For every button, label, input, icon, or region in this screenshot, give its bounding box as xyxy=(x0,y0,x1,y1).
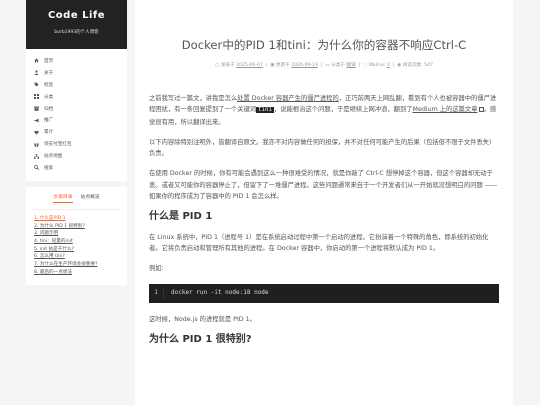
toc-item[interactable]: 3. 问题示例 xyxy=(32,230,121,238)
tab-toc[interactable]: 文章目录 xyxy=(53,193,73,203)
folder-icon: ▭ xyxy=(325,63,330,68)
toc-item[interactable]: 5. init 执是干什么? xyxy=(32,246,121,254)
menu-item-redpacket[interactable]: 领支付宝红包 xyxy=(26,138,127,150)
section-heading: 什么是 PID 1 xyxy=(149,211,213,223)
menu-item-stats[interactable]: 累计 xyxy=(26,126,127,138)
menu-item-label: 分类 xyxy=(44,94,54,100)
divider xyxy=(32,208,121,210)
menu-item-search[interactable]: 搜索 xyxy=(26,162,127,174)
toc-item[interactable]: 4. tini：轻量的init xyxy=(32,238,121,246)
views-label: 阅读次数: xyxy=(402,63,423,68)
gift-icon xyxy=(34,143,39,147)
menu-item-label: 归档 xyxy=(44,106,54,112)
updated-date: 2026-09-19 xyxy=(291,63,319,68)
menu-item-home[interactable]: 首页 xyxy=(26,55,127,67)
toc-item[interactable]: 6. 怎么用 tini? xyxy=(32,253,121,261)
paragraph: 例如: xyxy=(149,265,164,273)
paragraph: 在使用 Docker 的时候，你有可能会遇到这么一种很难受的情况，就是你敲了 C… xyxy=(149,170,498,201)
site-brand[interactable]: Code Life borb1993的个人博客 xyxy=(26,0,127,49)
toc-item[interactable]: 2. 为什么 PID 1 很特别? xyxy=(32,223,121,231)
post-container: Docker中的PID 1和tini：为什么你的容器不响应Ctrl-C ▢ 发表… xyxy=(135,0,513,405)
menu-item-label: 关于 xyxy=(44,70,54,76)
menu-item-label: 领支付宝红包 xyxy=(44,142,72,148)
toc-tabs: 文章目录 站点概览 xyxy=(32,193,121,203)
link-medium-article[interactable]: Medium 上的这篇文章 xyxy=(413,106,478,113)
code-line: docker run -it node:18 node xyxy=(171,289,269,297)
post-meta: ▢ 发表于 2025-06-07 | ▣ 更新于 2026-09-19 | ▭ … xyxy=(215,63,433,68)
bullhorn-icon xyxy=(34,118,39,123)
site-title[interactable]: Code Life xyxy=(26,10,127,21)
user-icon xyxy=(34,70,39,76)
category-label: 分类于 xyxy=(331,63,346,68)
category-link[interactable]: 翻译 xyxy=(346,63,355,68)
paragraph: 在 Linux 系统中，PID 1（进程号 1）是在系统启动过程中第一个启动的进… xyxy=(149,233,489,252)
menu-item-promote[interactable]: 推广 xyxy=(26,114,127,126)
menu-item-label: 站点地图 xyxy=(44,154,63,160)
th-icon xyxy=(34,94,39,100)
menu-item-label: 推广 xyxy=(44,118,54,124)
search-icon xyxy=(34,165,39,171)
eye-icon: ◉ xyxy=(397,63,402,68)
post-body: 之前我写过一篇文，讲我是怎么处置 Docker 容器产生的僵尸进程的，正巧前两天… xyxy=(135,93,513,345)
comment-icon: ◌ xyxy=(363,63,368,68)
posted-label: 发表于 xyxy=(220,63,235,68)
toc-item[interactable]: 7. 为什么在生产环境会很重要? xyxy=(32,261,121,269)
main-menu: 首页 关于 标签 分类 归档 推广 累计 领支付宝红包 站点地图 搜索 xyxy=(26,49,127,181)
menu-item-label: 累计 xyxy=(44,130,54,136)
toc-item[interactable]: 8. 最后的一点想法 xyxy=(32,269,121,277)
menu-item-tags[interactable]: 标签 xyxy=(26,79,127,91)
calendar-check-icon: ▣ xyxy=(270,63,275,68)
site-subtitle: borb1993的个人博客 xyxy=(54,30,99,35)
menu-item-archives[interactable]: 归档 xyxy=(26,103,127,115)
section-heading: 为什么 PID 1 很特别? xyxy=(149,333,252,345)
sidebar: Code Life borb1993的个人博客 首页 关于 标签 分类 归档 推… xyxy=(26,0,127,285)
menu-item-label: 标签 xyxy=(44,82,54,88)
posted-date: 2025-06-07 xyxy=(236,63,263,68)
menu-item-label: 首页 xyxy=(44,58,54,64)
calendar-icon: ▢ xyxy=(215,63,220,68)
toc-item[interactable]: 1. 什么是PID 1 xyxy=(32,215,121,223)
text: ，说能根治这个问题，于是继续上网冲浪，翻到了 xyxy=(274,106,413,114)
menu-item-sitemap[interactable]: 站点地图 xyxy=(26,150,127,162)
comments-count[interactable]: 0 xyxy=(387,63,390,68)
menu-item-label: 搜索 xyxy=(44,165,54,171)
views-count: 547 xyxy=(424,63,433,68)
tab-overview[interactable]: 站点概览 xyxy=(81,193,100,203)
code-block: 1 docker run -it node:18 node xyxy=(149,283,499,303)
comments-label: Waline: xyxy=(368,63,386,68)
post-title: Docker中的PID 1和tini：为什么你的容器不响应Ctrl-C xyxy=(181,38,467,52)
sitemap-icon xyxy=(34,153,39,159)
menu-item-categories[interactable]: 分类 xyxy=(26,91,127,103)
paragraph: 以下内容除特别注明外，皆翻译自原文。我亦不对内容做任何的担保，并不对任何可能产生… xyxy=(149,138,496,158)
home-icon xyxy=(34,58,39,63)
toc-panel: 文章目录 站点概览 1. 什么是PID 1 2. 为什么 PID 1 很特别? … xyxy=(26,186,127,285)
paragraph: 之前我写过一篇文，讲我是怎么处置 Docker 容器产生的僵尸进程的，正巧前两天… xyxy=(149,93,499,128)
updated-label: 更新于 xyxy=(276,63,290,68)
heartbeat-icon xyxy=(34,130,39,135)
paragraph: 这时候，Node.js 的进程就是 PID 1。 xyxy=(149,315,256,323)
archive-icon xyxy=(34,106,39,111)
text: 之前我写过一篇文，讲我是怎么 xyxy=(149,95,238,102)
menu-item-about[interactable]: 关于 xyxy=(26,67,127,79)
tags-icon xyxy=(34,82,39,87)
link-zombie-post[interactable]: 处置 Docker 容器产生的僵尸进程的 xyxy=(237,95,339,102)
inline-code: tini xyxy=(256,107,275,114)
line-number: 1 xyxy=(149,287,164,299)
